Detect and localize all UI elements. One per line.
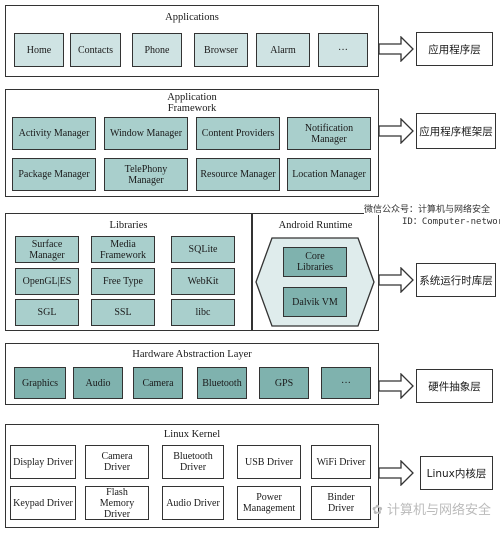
usb-driver: USB Driver xyxy=(237,445,301,479)
window-manager: Window Manager xyxy=(104,117,188,150)
watermark-bottom: ✿ 计算机与网络安全 xyxy=(372,499,491,518)
libraries-section: Libraries Surface Manager Media Framewor… xyxy=(6,214,251,330)
app-phone: Phone xyxy=(132,33,182,67)
android-runtime-section: Android Runtime Core Libraries Dalvik VM xyxy=(253,214,378,330)
watermark-bottom-text: 计算机与网络安全 xyxy=(387,503,492,518)
layer-title: Hardware Abstraction Layer xyxy=(132,349,252,360)
layer-label-hal: 硬件抽象层 xyxy=(416,369,493,403)
resource-manager: Resource Manager xyxy=(196,158,280,191)
binder-driver: Binder Driver xyxy=(311,486,371,520)
app-more: ··· xyxy=(318,33,368,67)
hal-bluetooth: Bluetooth xyxy=(197,367,247,399)
libraries-layer: Libraries Surface Manager Media Framewor… xyxy=(5,213,379,331)
location-manager: Location Manager xyxy=(287,158,371,191)
app-home: Home xyxy=(14,33,64,67)
watermark-id: ID：Computer-network xyxy=(402,217,500,227)
layer-label-framework: 应用程序框架层 xyxy=(416,113,496,149)
layer-label-applications: 应用程序层 xyxy=(416,32,493,66)
linux-kernel-layer: Linux Kernel Display Driver Camera Drive… xyxy=(5,424,379,528)
layer-title: Libraries xyxy=(109,220,148,231)
telephony-manager: TelePhony Manager xyxy=(104,158,188,191)
layer-label-libraries: 系统运行时库层 xyxy=(416,263,496,297)
display-driver: Display Driver xyxy=(10,445,76,479)
package-manager: Package Manager xyxy=(12,158,96,191)
layer-title-line: Framework xyxy=(167,103,217,114)
applications-layer: Applications Home Contacts Phone Browser… xyxy=(5,5,379,77)
hal-more: ··· xyxy=(321,367,371,399)
hal-graphics: Graphics xyxy=(14,367,66,399)
arrow-right-icon xyxy=(379,267,414,293)
app-contacts: Contacts xyxy=(70,33,121,67)
keypad-driver: Keypad Driver xyxy=(10,486,76,520)
hal-layer: Hardware Abstraction Layer Graphics Audi… xyxy=(5,343,379,405)
arrow-right-icon xyxy=(379,373,414,399)
hal-gps: GPS xyxy=(259,367,309,399)
arrow-right-icon xyxy=(379,460,414,486)
surface-manager: Surface Manager xyxy=(15,236,79,263)
sqlite: SQLite xyxy=(171,236,235,263)
framework-layer: Application Framework Activity Manager W… xyxy=(5,89,379,197)
flash-memory-driver: Flash Memory Driver xyxy=(85,486,149,520)
media-framework: Media Framework xyxy=(91,236,155,263)
sgl: SGL xyxy=(15,299,79,326)
hal-audio: Audio xyxy=(73,367,123,399)
ssl: SSL xyxy=(91,299,155,326)
libc: libc xyxy=(171,299,235,326)
notification-manager: Notification Manager xyxy=(287,117,371,150)
core-libraries: Core Libraries xyxy=(283,247,347,277)
arrow-right-icon xyxy=(379,118,414,144)
arrow-right-icon xyxy=(379,36,414,62)
hal-camera: Camera xyxy=(133,367,183,399)
power-management: Power Management xyxy=(237,486,301,520)
layer-title-line: Application xyxy=(167,92,217,103)
opengl-es: OpenGL|ES xyxy=(15,268,79,295)
dalvik-vm: Dalvik VM xyxy=(283,287,347,317)
content-providers: Content Providers xyxy=(196,117,280,150)
audio-driver: Audio Driver xyxy=(162,486,224,520)
wifi-driver: WiFi Driver xyxy=(311,445,371,479)
camera-driver: Camera Driver xyxy=(85,445,149,479)
layer-title: Application Framework xyxy=(6,92,378,114)
layer-label-kernel: Linux内核层 xyxy=(420,456,493,490)
app-browser: Browser xyxy=(194,33,248,67)
activity-manager: Activity Manager xyxy=(12,117,96,150)
app-alarm: Alarm xyxy=(256,33,310,67)
wechat-icon: ✿ xyxy=(372,503,388,518)
layer-title: Linux Kernel xyxy=(163,429,221,440)
free-type: Free Type xyxy=(91,268,155,295)
bluetooth-driver: Bluetooth Driver xyxy=(162,445,224,479)
runtime-title: Android Runtime xyxy=(278,220,353,231)
layer-title: Applications xyxy=(165,12,219,23)
webkit: WebKit xyxy=(171,268,235,295)
